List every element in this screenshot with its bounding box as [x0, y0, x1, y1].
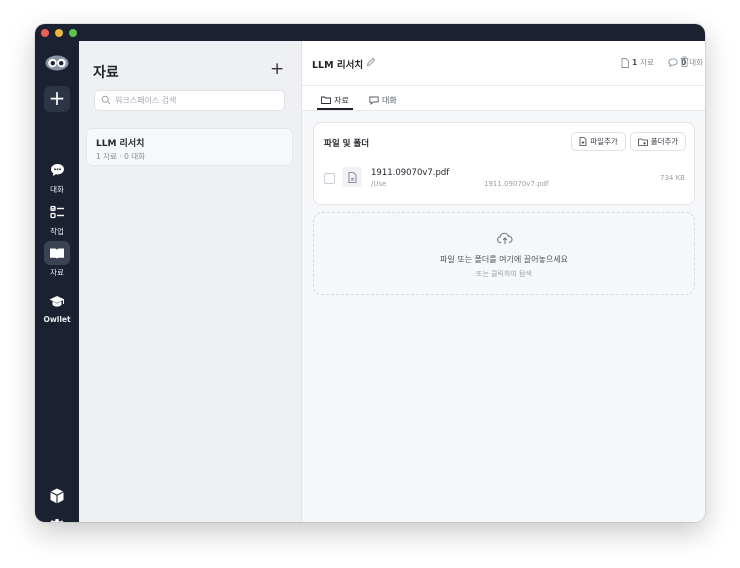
pencil-icon[interactable]: [366, 57, 376, 67]
panel-title: 자료: [93, 65, 119, 81]
rail-item-label: 작업: [50, 227, 64, 236]
file-path-tail: 1911.09070v7.pdf: [484, 180, 549, 188]
title-bar: [35, 24, 705, 41]
chat-bubble-icon: [44, 158, 70, 182]
search-placeholder: 워크스페이스 검색: [115, 96, 177, 105]
workspace-name: LLM 리서치: [96, 139, 145, 149]
folder-icon: [321, 96, 332, 104]
pdf-file-icon: [342, 167, 362, 187]
close-window-button[interactable]: [41, 29, 49, 37]
workspace-meta: 1 자료 · 0 대화: [96, 152, 146, 161]
document-icon: [621, 57, 629, 68]
docs-label: 자료: [640, 58, 655, 67]
file-row[interactable]: 1911.09070v7.pdf /Use 1911.09070v7.pdf 7…: [314, 163, 694, 193]
chat-bubble-icon: [369, 96, 379, 105]
dropzone-text: 파일 또는 폴더를 여기에 끌어놓으세요: [440, 255, 568, 264]
files-and-folders-card: 파일 및 폴더 파일추가 폴더추가 1911.09070v7.pdf /Use …: [313, 122, 695, 205]
file-path: /Use: [371, 180, 387, 188]
resources-panel: 자료 + 워크스페이스 검색 LLM 리서치 1 자료 · 0 대화: [79, 41, 302, 522]
gear-icon[interactable]: [48, 518, 66, 522]
docs-count-stat: 1 자료: [621, 57, 654, 68]
app-window: + 대화 작업 자료 Owllet 자료 + 워크스페이스 검색 LLM 리서치…: [35, 24, 705, 522]
rail-item-label: 자료: [50, 268, 64, 277]
dropzone-subtext: 또는 클릭하여 탐색: [476, 270, 532, 278]
file-plus-icon: [579, 137, 587, 146]
rail-item-label: 대화: [50, 185, 64, 194]
chats-label: 대화: [689, 58, 704, 67]
graduation-cap-icon: [44, 289, 70, 313]
content-tabs: 자료 대화: [302, 86, 705, 111]
rail-item-owllet[interactable]: Owllet: [39, 289, 75, 324]
zoom-window-button[interactable]: [69, 29, 77, 37]
workspace-title: LLM 리서치: [312, 60, 364, 71]
file-dropzone[interactable]: 파일 또는 폴더를 여기에 끌어놓으세요 또는 클릭하여 탐색: [313, 212, 695, 295]
search-icon: [101, 95, 111, 105]
card-title: 파일 및 폴더: [324, 139, 370, 149]
add-workspace-button[interactable]: +: [270, 59, 284, 79]
cloud-upload-icon: [497, 232, 513, 244]
button-label: 파일추가: [590, 137, 618, 146]
owl-logo-icon: [45, 55, 69, 71]
tab-label: 대화: [382, 95, 397, 105]
minimize-window-button[interactable]: [55, 29, 63, 37]
task-list-icon: [44, 200, 70, 224]
nav-rail: + 대화 작업 자료 Owllet: [35, 41, 79, 522]
tab-label: 자료: [334, 95, 349, 105]
book-icon: [44, 241, 70, 265]
tab-resources[interactable]: 자료: [317, 92, 353, 110]
add-file-button[interactable]: 파일추가: [571, 132, 626, 151]
rail-item-chat[interactable]: 대화: [39, 158, 75, 195]
box-icon[interactable]: [48, 487, 66, 505]
file-size: 734 KB: [660, 174, 685, 182]
workspace-item[interactable]: LLM 리서치 1 자료 · 0 대화: [86, 128, 293, 166]
search-input[interactable]: 워크스페이스 검색: [94, 90, 285, 111]
rail-item-tasks[interactable]: 작업: [39, 200, 75, 237]
add-folder-button[interactable]: 폴더추가: [630, 132, 686, 151]
trash-icon[interactable]: [680, 56, 689, 67]
file-checkbox[interactable]: [324, 173, 335, 184]
workspace-header: LLM 리서치 1 자료 0 대화: [302, 41, 705, 86]
docs-count: 1: [632, 58, 638, 67]
folder-plus-icon: [637, 138, 648, 146]
file-name: 1911.09070v7.pdf: [371, 168, 450, 178]
new-button[interactable]: +: [44, 86, 70, 112]
main-content: LLM 리서치 1 자료 0 대화 자료 대화 파일 및 폴더 파일추가 폴더추…: [302, 41, 705, 522]
chat-bubble-icon: [668, 58, 678, 67]
rail-item-resources[interactable]: 자료: [39, 241, 75, 278]
rail-item-label: Owllet: [43, 315, 71, 324]
button-label: 폴더추가: [650, 137, 679, 146]
tab-conversations[interactable]: 대화: [369, 92, 397, 108]
